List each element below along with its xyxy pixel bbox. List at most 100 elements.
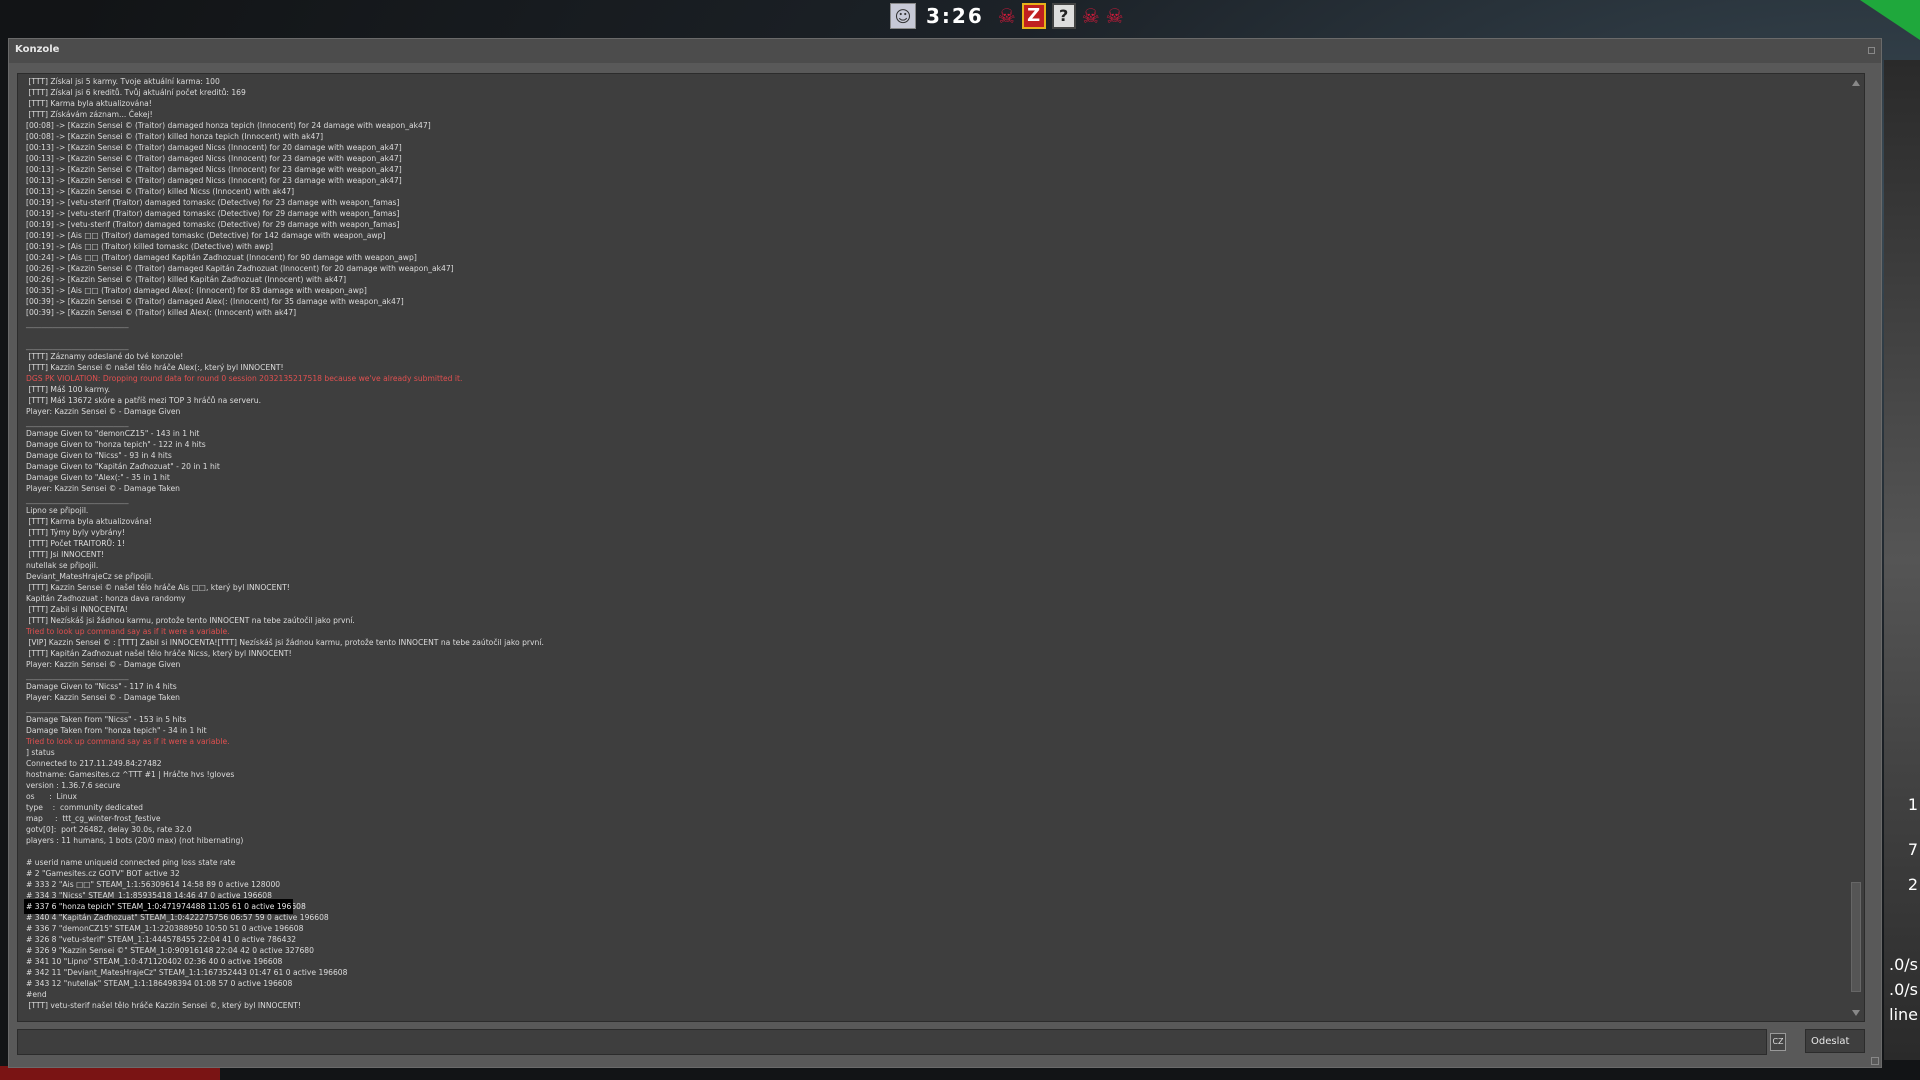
console-line: [TTT] Kazzin Sensei © našel tělo hráče A… <box>26 363 284 372</box>
console-line: [00:26] -> [Kazzin Sensei © (Traitor) ki… <box>26 275 347 284</box>
console-line: # 326 9 "Kazzin Sensei ©" STEAM_1:0:9091… <box>26 946 314 955</box>
console-line: [TTT] Máš 100 karmy. <box>26 385 111 394</box>
console-line: [TTT] Jsi INNOCENT! <box>26 550 105 559</box>
console-line: ___________________________ <box>26 495 129 504</box>
console-line: [00:19] -> [Ais □□ (Traitor) killed toma… <box>26 242 273 251</box>
background-side-strip <box>1884 60 1920 1060</box>
side-stat-5: .0/s <box>1889 980 1918 999</box>
scroll-down-icon[interactable] <box>1852 1010 1860 1016</box>
player-avatar-icon: ☺ <box>890 3 916 29</box>
console-line: Damage Given to "Nicss" - 93 in 4 hits <box>26 451 172 460</box>
console-line: Tried to look up command say as if it we… <box>26 737 230 746</box>
console-line: Player: Kazzin Sensei © - Damage Given <box>26 660 181 669</box>
console-line: [TTT] Kapitán Zaďnozuat našel tělo hráče… <box>26 649 292 658</box>
side-stat-2: 7 <box>1907 840 1918 859</box>
resize-grip-icon[interactable] <box>1871 1057 1879 1065</box>
console-line: [00:08] -> [Kazzin Sensei © (Traitor) da… <box>26 121 431 130</box>
side-stat-4: .0/s <box>1889 955 1918 974</box>
console-line: Damage Given to "Kapitán Zaďnozuat" - 20… <box>26 462 220 471</box>
console-line: [00:39] -> [Kazzin Sensei © (Traitor) ki… <box>26 308 297 317</box>
console-line: # 333 2 "Ais □□" STEAM_1:1:56309614 14:5… <box>26 880 281 889</box>
side-stat-6: line <box>1889 1005 1918 1024</box>
console-line: [00:19] -> [vetu-sterif (Traitor) damage… <box>26 198 400 207</box>
console-line: Damage Taken from "honza tepich" - 34 in… <box>26 726 207 735</box>
console-line: [00:13] -> [Kazzin Sensei © (Traitor) ki… <box>26 187 295 196</box>
console-line: [00:13] -> [Kazzin Sensei © (Traitor) da… <box>26 154 402 163</box>
console-line: [00:19] -> [vetu-sterif (Traitor) damage… <box>26 209 400 218</box>
console-title: Konzole <box>15 44 60 55</box>
console-line: ___________________________ <box>26 341 129 350</box>
console-line: os : Linux <box>26 792 77 801</box>
console-line: #end <box>26 990 47 999</box>
background-red-strip <box>0 1066 220 1080</box>
console-line: ___________________________ <box>26 418 129 427</box>
console-line: Damage Given to "honza tepich" - 122 in … <box>26 440 206 449</box>
skull-icon: ☠ <box>1081 4 1100 28</box>
send-button[interactable]: Odeslat <box>1805 1029 1865 1053</box>
scroll-thumb[interactable] <box>1851 882 1861 992</box>
side-stat-3: 2 <box>1907 875 1918 894</box>
close-icon[interactable] <box>1868 47 1875 54</box>
console-line: ___________________________ <box>26 319 129 328</box>
round-timer: 3:26 <box>926 4 984 28</box>
language-badge: CZ <box>1770 1033 1786 1051</box>
console-line: # 2 "Gamesites.cz GOTV" BOT active 32 <box>26 869 180 878</box>
console-line: [TTT] Kazzin Sensei © našel tělo hráče A… <box>26 583 290 592</box>
console-line: [TTT] Máš 13672 skóre a patříš mezi TOP … <box>26 396 262 405</box>
console-line: # 343 12 "nutellak" STEAM_1:1:186498394 … <box>26 979 293 988</box>
console-log: [TTT] Získal jsi 5 karmy. Tvoje aktuální… <box>24 76 1826 1011</box>
console-line: Damage Given to "Nicss" - 117 in 4 hits <box>26 682 177 691</box>
console-line: Player: Kazzin Sensei © - Damage Given <box>26 407 181 416</box>
console-line: version : 1.36.7.6 secure <box>26 781 121 790</box>
console-input-row: CZ Odeslat <box>17 1029 1865 1057</box>
console-line: [00:39] -> [Kazzin Sensei © (Traitor) da… <box>26 297 404 306</box>
console-line: players : 11 humans, 1 bots (20/0 max) (… <box>26 836 244 845</box>
console-line: # 342 11 "Deviant_MatesHrajeCz" STEAM_1:… <box>26 968 348 977</box>
console-line: [TTT] Nezískáš jsi žádnou karmu, protože… <box>26 616 355 625</box>
console-line: [TTT] Týmy byly vybrány! <box>26 528 125 537</box>
traitor-z-icon: Z <box>1021 3 1046 29</box>
console-line: [TTT] Záznamy odeslané do tvé konzole! <box>26 352 184 361</box>
console-line: Lipno se připojil. <box>26 506 89 515</box>
console-line: ___________________________ <box>26 671 129 680</box>
console-command-input[interactable] <box>17 1029 1767 1055</box>
console-line: Damage Given to "Alex(:" - 35 in 1 hit <box>26 473 170 482</box>
console-line: [TTT] Zabil si INNOCENTA! <box>26 605 128 614</box>
console-line: [TTT] Získal jsi 5 karmy. Tvoje aktuální… <box>26 77 220 86</box>
console-line: Damage Given to "demonCZ15" - 143 in 1 h… <box>26 429 200 438</box>
console-line: [00:24] -> [Ais □□ (Traitor) damaged Kap… <box>26 253 417 262</box>
console-line: [00:19] -> [Ais □□ (Traitor) damaged tom… <box>26 231 386 240</box>
console-line: Player: Kazzin Sensei © - Damage Taken <box>26 484 180 493</box>
console-line-highlighted: # 337 6 "honza tepich" STEAM_1:0:4719744… <box>24 899 306 914</box>
console-line: Kapitán Zaďnozuat : honza dava randomy <box>26 594 186 603</box>
round-hud: ☺ 3:26 ☠ Z ? ☠ ☠ <box>890 1 1150 31</box>
console-line: [VIP] Kazzin Sensei © : [TTT] Zabil si I… <box>26 638 544 647</box>
console-line: [00:13] -> [Kazzin Sensei © (Traitor) da… <box>26 176 402 185</box>
console-line: Deviant_MatesHrajeCz se připojil. <box>26 572 154 581</box>
console-scrollbar[interactable] <box>1850 76 1862 1020</box>
unknown-role-icon: ? <box>1051 3 1076 29</box>
side-stat-1: 1 <box>1907 795 1918 814</box>
console-line: [00:08] -> [Kazzin Sensei © (Traitor) ki… <box>26 132 324 141</box>
console-line: # 340 4 "Kapitán Zaďnozuat" STEAM_1:0:42… <box>26 913 329 922</box>
console-output[interactable]: [TTT] Získal jsi 5 karmy. Tvoje aktuální… <box>17 73 1865 1022</box>
console-line: map : ttt_cg_winter-frost_festive <box>26 814 161 823</box>
scroll-up-icon[interactable] <box>1852 80 1860 86</box>
console-line: [00:26] -> [Kazzin Sensei © (Traitor) da… <box>26 264 454 273</box>
console-line: # userid name uniqueid connected ping lo… <box>26 858 236 867</box>
console-line: Tried to look up command say as if it we… <box>26 627 230 636</box>
console-line: [TTT] vetu-sterif našel tělo hráče Kazzi… <box>26 1001 301 1010</box>
skull-icon: ☠ <box>1105 4 1124 28</box>
console-window: Konzole [TTT] Získal jsi 5 karmy. Tvoje … <box>8 38 1882 1068</box>
console-line: ___________________________ <box>26 704 129 713</box>
background-green-flag <box>1860 0 1920 40</box>
console-line: type : community dedicated <box>26 803 143 812</box>
console-title-bar[interactable]: Konzole <box>9 39 1881 63</box>
console-line: gotv[0]: port 26482, delay 30.0s, rate 3… <box>26 825 192 834</box>
console-line: Damage Taken from "Nicss" - 153 in 5 hit… <box>26 715 187 724</box>
console-line: [TTT] Karma byla aktualizována! <box>26 99 152 108</box>
skull-icon: ☠ <box>997 4 1016 28</box>
console-line: Connected to 217.11.249.84:27482 <box>26 759 162 768</box>
